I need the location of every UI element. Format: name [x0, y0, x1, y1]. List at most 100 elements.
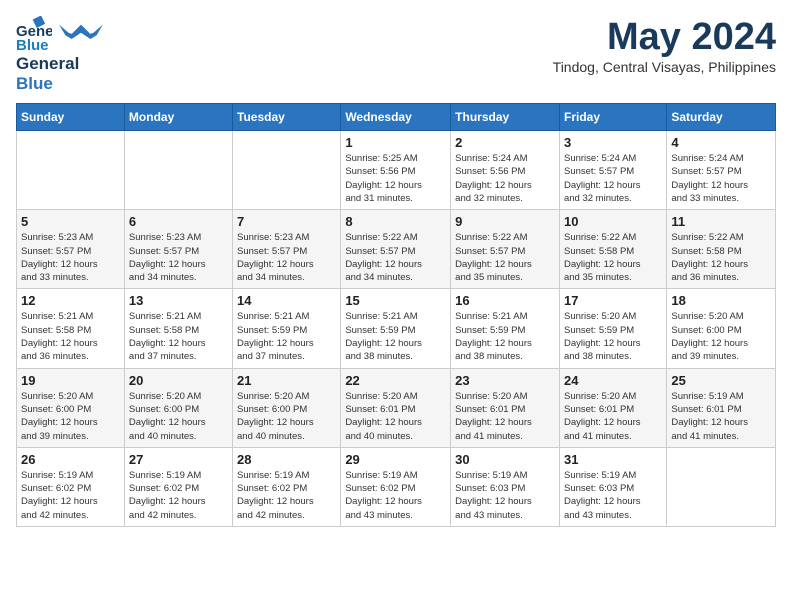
cell-info: Sunrise: 5:23 AM Sunset: 5:57 PM Dayligh…	[237, 231, 336, 284]
calendar-cell: 16 Sunrise: 5:21 AM Sunset: 5:59 PM Dayli…	[451, 289, 560, 368]
day-number: 20	[129, 373, 228, 388]
cell-info: Sunrise: 5:22 AM Sunset: 5:57 PM Dayligh…	[455, 231, 555, 284]
cell-info: Sunrise: 5:21 AM Sunset: 5:59 PM Dayligh…	[455, 310, 555, 363]
title-section: May 2024 Tindog, Central Visayas, Philip…	[553, 16, 776, 75]
calendar-cell: 21 Sunrise: 5:20 AM Sunset: 6:00 PM Dayli…	[233, 368, 341, 447]
calendar-table: SundayMondayTuesdayWednesdayThursdayFrid…	[16, 103, 776, 527]
day-number: 10	[564, 214, 662, 229]
day-number: 5	[21, 214, 120, 229]
cell-info: Sunrise: 5:20 AM Sunset: 6:00 PM Dayligh…	[129, 390, 228, 443]
cell-info: Sunrise: 5:19 AM Sunset: 6:03 PM Dayligh…	[564, 469, 662, 522]
logo-line2: Blue	[16, 74, 53, 94]
calendar-cell: 1Sunrise: 5:25 AM Sunset: 5:56 PM Daylig…	[341, 131, 451, 210]
day-number: 24	[564, 373, 662, 388]
cell-info: Sunrise: 5:21 AM Sunset: 5:59 PM Dayligh…	[237, 310, 336, 363]
cell-info: Sunrise: 5:24 AM Sunset: 5:56 PM Dayligh…	[455, 152, 555, 205]
cell-info: Sunrise: 5:21 AM Sunset: 5:59 PM Dayligh…	[345, 310, 446, 363]
cell-info: Sunrise: 5:21 AM Sunset: 5:58 PM Dayligh…	[129, 310, 228, 363]
day-number: 17	[564, 293, 662, 308]
cell-info: Sunrise: 5:20 AM Sunset: 6:01 PM Dayligh…	[345, 390, 446, 443]
calendar-week-row: 5 Sunrise: 5:23 AM Sunset: 5:57 PM Daylig…	[17, 210, 776, 289]
calendar-cell: 10 Sunrise: 5:22 AM Sunset: 5:58 PM Dayli…	[559, 210, 666, 289]
calendar-cell: 15 Sunrise: 5:21 AM Sunset: 5:59 PM Dayli…	[341, 289, 451, 368]
day-number: 26	[21, 452, 120, 467]
day-number: 25	[671, 373, 771, 388]
cell-info: Sunrise: 5:25 AM Sunset: 5:56 PM Dayligh…	[345, 152, 446, 205]
calendar-week-row: 26 Sunrise: 5:19 AM Sunset: 6:02 PM Dayli…	[17, 447, 776, 526]
logo: General Blue General Blue	[16, 16, 106, 93]
calendar-cell: 6 Sunrise: 5:23 AM Sunset: 5:57 PM Daylig…	[124, 210, 232, 289]
cell-info: Sunrise: 5:22 AM Sunset: 5:57 PM Dayligh…	[345, 231, 446, 284]
day-number: 28	[237, 452, 336, 467]
weekday-header: Sunday	[17, 104, 125, 131]
calendar-cell: 30 Sunrise: 5:19 AM Sunset: 6:03 PM Dayli…	[451, 447, 560, 526]
cell-info: Sunrise: 5:19 AM Sunset: 6:02 PM Dayligh…	[21, 469, 120, 522]
calendar-cell: 27 Sunrise: 5:19 AM Sunset: 6:02 PM Dayli…	[124, 447, 232, 526]
cell-info: Sunrise: 5:20 AM Sunset: 6:01 PM Dayligh…	[564, 390, 662, 443]
logo-bird	[56, 16, 106, 52]
day-number: 23	[455, 373, 555, 388]
cell-info: Sunrise: 5:19 AM Sunset: 6:02 PM Dayligh…	[237, 469, 336, 522]
calendar-cell: 25Sunrise: 5:19 AM Sunset: 6:01 PM Dayli…	[667, 368, 776, 447]
calendar-cell: 24 Sunrise: 5:20 AM Sunset: 6:01 PM Dayli…	[559, 368, 666, 447]
day-number: 22	[345, 373, 446, 388]
day-number: 14	[237, 293, 336, 308]
calendar-cell: 7Sunrise: 5:23 AM Sunset: 5:57 PM Daylig…	[233, 210, 341, 289]
cell-info: Sunrise: 5:20 AM Sunset: 5:59 PM Dayligh…	[564, 310, 662, 363]
day-number: 15	[345, 293, 446, 308]
calendar-cell: 9 Sunrise: 5:22 AM Sunset: 5:57 PM Daylig…	[451, 210, 560, 289]
day-number: 21	[237, 373, 336, 388]
weekday-header-row: SundayMondayTuesdayWednesdayThursdayFrid…	[17, 104, 776, 131]
cell-info: Sunrise: 5:19 AM Sunset: 6:03 PM Dayligh…	[455, 469, 555, 522]
svg-text:Blue: Blue	[16, 37, 49, 52]
calendar-cell: 13Sunrise: 5:21 AM Sunset: 5:58 PM Dayli…	[124, 289, 232, 368]
calendar-week-row: 12 Sunrise: 5:21 AM Sunset: 5:58 PM Dayli…	[17, 289, 776, 368]
cell-info: Sunrise: 5:19 AM Sunset: 6:02 PM Dayligh…	[129, 469, 228, 522]
cell-info: Sunrise: 5:22 AM Sunset: 5:58 PM Dayligh…	[564, 231, 662, 284]
header: General Blue General Blue May 2024 Tindo…	[16, 16, 776, 93]
cell-info: Sunrise: 5:22 AM Sunset: 5:58 PM Dayligh…	[671, 231, 771, 284]
calendar-cell: 14 Sunrise: 5:21 AM Sunset: 5:59 PM Dayli…	[233, 289, 341, 368]
day-number: 27	[129, 452, 228, 467]
weekday-header: Wednesday	[341, 104, 451, 131]
calendar-cell: 3Sunrise: 5:24 AM Sunset: 5:57 PM Daylig…	[559, 131, 666, 210]
day-number: 31	[564, 452, 662, 467]
cell-info: Sunrise: 5:20 AM Sunset: 6:01 PM Dayligh…	[455, 390, 555, 443]
weekday-header: Tuesday	[233, 104, 341, 131]
day-number: 11	[671, 214, 771, 229]
logo-line1: General	[16, 54, 79, 74]
weekday-header: Friday	[559, 104, 666, 131]
month-title: May 2024	[553, 16, 776, 59]
day-number: 29	[345, 452, 446, 467]
calendar-cell: 19 Sunrise: 5:20 AM Sunset: 6:00 PM Dayli…	[17, 368, 125, 447]
calendar-week-row: 1Sunrise: 5:25 AM Sunset: 5:56 PM Daylig…	[17, 131, 776, 210]
calendar-cell: 20 Sunrise: 5:20 AM Sunset: 6:00 PM Dayli…	[124, 368, 232, 447]
calendar-cell: 31 Sunrise: 5:19 AM Sunset: 6:03 PM Dayli…	[559, 447, 666, 526]
weekday-header: Thursday	[451, 104, 560, 131]
calendar-cell: 29Sunrise: 5:19 AM Sunset: 6:02 PM Dayli…	[341, 447, 451, 526]
calendar-cell: 23 Sunrise: 5:20 AM Sunset: 6:01 PM Dayli…	[451, 368, 560, 447]
cell-info: Sunrise: 5:20 AM Sunset: 6:00 PM Dayligh…	[237, 390, 336, 443]
day-number: 2	[455, 135, 555, 150]
cell-info: Sunrise: 5:24 AM Sunset: 5:57 PM Dayligh…	[671, 152, 771, 205]
day-number: 12	[21, 293, 120, 308]
cell-info: Sunrise: 5:24 AM Sunset: 5:57 PM Dayligh…	[564, 152, 662, 205]
cell-info: Sunrise: 5:23 AM Sunset: 5:57 PM Dayligh…	[21, 231, 120, 284]
cell-info: Sunrise: 5:23 AM Sunset: 5:57 PM Dayligh…	[129, 231, 228, 284]
day-number: 6	[129, 214, 228, 229]
day-number: 9	[455, 214, 555, 229]
day-number: 18	[671, 293, 771, 308]
calendar-cell: 17 Sunrise: 5:20 AM Sunset: 5:59 PM Dayli…	[559, 289, 666, 368]
cell-info: Sunrise: 5:20 AM Sunset: 6:00 PM Dayligh…	[21, 390, 120, 443]
calendar-cell: 11 Sunrise: 5:22 AM Sunset: 5:58 PM Dayli…	[667, 210, 776, 289]
day-number: 16	[455, 293, 555, 308]
calendar-cell: 18 Sunrise: 5:20 AM Sunset: 6:00 PM Dayli…	[667, 289, 776, 368]
day-number: 19	[21, 373, 120, 388]
logo-icon: General Blue	[16, 16, 52, 52]
calendar-cell: 26 Sunrise: 5:19 AM Sunset: 6:02 PM Dayli…	[17, 447, 125, 526]
location-title: Tindog, Central Visayas, Philippines	[553, 59, 776, 75]
cell-info: Sunrise: 5:20 AM Sunset: 6:00 PM Dayligh…	[671, 310, 771, 363]
calendar-cell: 5 Sunrise: 5:23 AM Sunset: 5:57 PM Daylig…	[17, 210, 125, 289]
day-number: 30	[455, 452, 555, 467]
calendar-cell	[124, 131, 232, 210]
